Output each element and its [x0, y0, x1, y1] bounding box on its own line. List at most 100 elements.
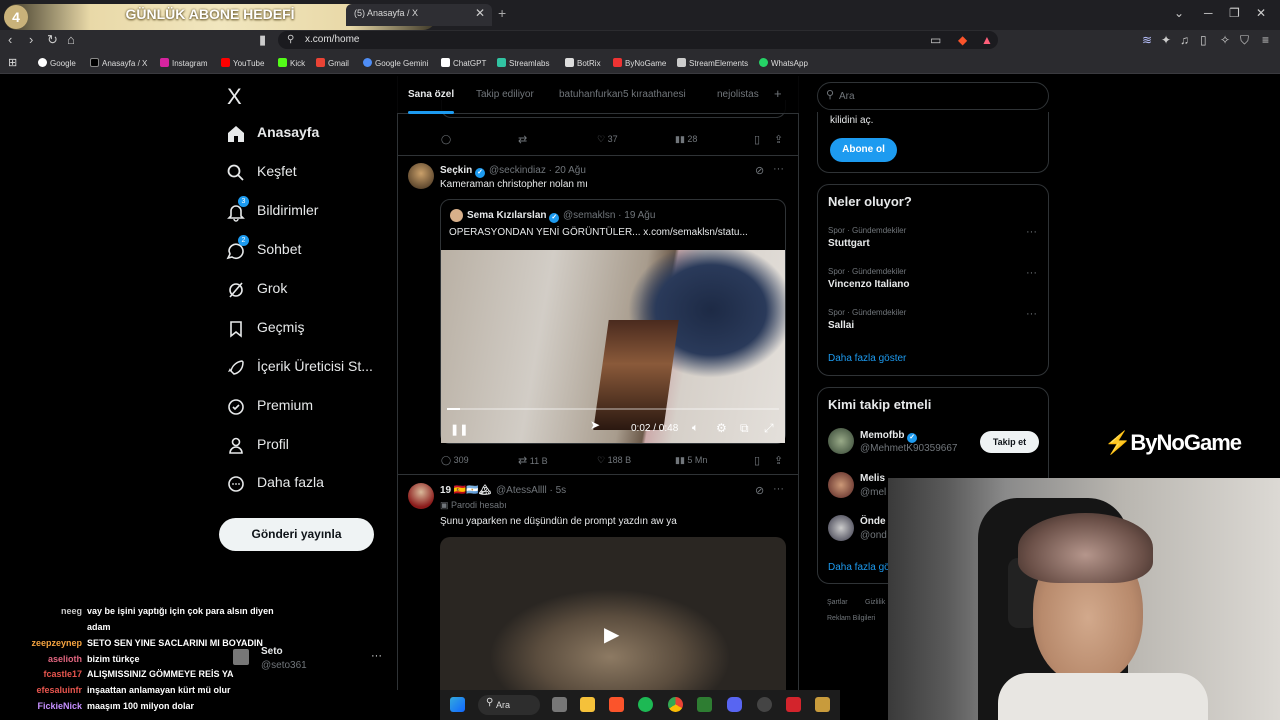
footer-terms[interactable]: Şartlar: [827, 599, 848, 606]
bookmark-post-icon[interactable]: ▯: [754, 133, 760, 146]
ai-icon[interactable]: ✧: [1220, 33, 1230, 47]
streamlabs-taskbar-icon[interactable]: [697, 697, 712, 712]
footer-privacy[interactable]: Gizlilik: [865, 599, 885, 606]
like-button[interactable]: ♡ 188 B: [597, 455, 631, 466]
bookmark-bynogame[interactable]: ByNoGame: [613, 58, 666, 68]
forward-icon[interactable]: ›: [29, 32, 33, 47]
avatar[interactable]: [828, 428, 854, 454]
reply-icon[interactable]: ◯: [441, 134, 451, 145]
close-tab-icon[interactable]: ✕: [475, 6, 485, 20]
avatar[interactable]: [408, 163, 434, 189]
cast-icon[interactable]: ▭: [930, 33, 941, 47]
avatar[interactable]: [828, 472, 854, 498]
brave-rewards-icon[interactable]: ▲: [981, 33, 993, 47]
bookmark-whatsapp[interactable]: WhatsApp: [759, 58, 808, 68]
bookmark-chatgpt[interactable]: ChatGPT: [441, 58, 486, 68]
league-icon[interactable]: [815, 697, 830, 712]
retweet-button[interactable]: ⇄ 11 B: [518, 454, 548, 467]
trend-more-icon[interactable]: ···: [1026, 308, 1037, 320]
brave-shield-icon[interactable]: ◆: [958, 33, 967, 47]
bookmark-gmail[interactable]: Gmail: [316, 58, 349, 68]
post-author-name[interactable]: 19 🇪🇸🇦🇷🏔: [440, 485, 492, 496]
tab-for-you[interactable]: Sana özel: [408, 89, 454, 100]
task-view-icon[interactable]: [552, 697, 567, 712]
url-text[interactable]: x.com/home: [305, 34, 359, 45]
bookmark-page-icon[interactable]: ▮: [259, 32, 266, 48]
bookmark-instagram[interactable]: Instagram: [160, 58, 208, 68]
extensions-icon[interactable]: ✦: [1161, 33, 1171, 47]
site-info-icon[interactable]: ⚲: [287, 34, 294, 45]
bookmark-youtube[interactable]: YouTube: [221, 58, 264, 68]
menu-icon[interactable]: ≡: [1262, 33, 1269, 47]
x-logo-icon[interactable]: X: [227, 84, 242, 110]
minimize-icon[interactable]: ─: [1204, 6, 1213, 20]
file-explorer-icon[interactable]: [580, 697, 595, 712]
brave-icon[interactable]: [609, 697, 624, 712]
obs-icon[interactable]: [757, 697, 772, 712]
post-button[interactable]: Gönderi yayınla: [219, 518, 374, 551]
footer-ads-info[interactable]: Reklam Bilgileri: [827, 615, 875, 622]
suggestion-name[interactable]: Önde: [860, 516, 886, 527]
new-tab-icon[interactable]: +: [498, 5, 506, 21]
back-icon[interactable]: ‹: [8, 32, 12, 47]
pip-icon[interactable]: ⧉: [740, 421, 749, 436]
suggestion-name[interactable]: Memofbb ✓: [860, 430, 918, 443]
follow-button[interactable]: Takip et: [980, 431, 1039, 453]
views-button[interactable]: ▮▮ 28: [675, 134, 697, 145]
music-icon[interactable]: ♫: [1180, 33, 1189, 47]
subscribe-button[interactable]: Abone ol: [830, 138, 897, 162]
settings-icon[interactable]: ⚙: [716, 421, 727, 435]
account-avatar[interactable]: [233, 649, 249, 665]
share-icon[interactable]: ⇪: [774, 133, 783, 146]
apps-grid-icon[interactable]: ⊞: [8, 56, 17, 69]
maximize-icon[interactable]: ❐: [1229, 6, 1240, 20]
share-icon[interactable]: ⇪: [774, 454, 783, 467]
audio-icon[interactable]: ≋: [1142, 33, 1152, 47]
video-progress-track[interactable]: [447, 408, 779, 410]
retweet-icon[interactable]: ⇄: [518, 133, 527, 146]
reload-icon[interactable]: ↻: [47, 32, 58, 48]
trend-item[interactable]: Stuttgart: [828, 238, 870, 249]
grok-post-icon[interactable]: ⊘: [755, 484, 764, 497]
home-browser-icon[interactable]: ⌂: [67, 32, 75, 47]
windows-start-icon[interactable]: [450, 697, 465, 712]
post-more-icon[interactable]: ···: [773, 163, 784, 175]
reply-button[interactable]: ◯ 309: [441, 455, 469, 466]
bookmark-x[interactable]: Anasayfa / X: [90, 58, 147, 68]
tab-following[interactable]: Takip ediliyor: [476, 89, 534, 100]
trend-more-icon[interactable]: ···: [1026, 226, 1037, 238]
trend-more-icon[interactable]: ···: [1026, 267, 1037, 279]
bookmark-botrix[interactable]: BotRix: [565, 58, 601, 68]
video-player[interactable]: [441, 250, 785, 443]
post-author-handle[interactable]: @seckindiaz · 20 Ağu: [489, 165, 586, 176]
post-author-name[interactable]: Seçkin ✓: [440, 165, 486, 178]
views-button[interactable]: ▮▮ 5 Mn: [675, 455, 707, 466]
video-player[interactable]: [440, 537, 786, 690]
bookmark-google[interactable]: Google: [38, 58, 76, 68]
sidebar-icon[interactable]: ▯: [1200, 33, 1207, 47]
play-icon[interactable]: ▶: [604, 622, 619, 647]
address-bar[interactable]: [278, 31, 998, 49]
trend-item[interactable]: Sallai: [828, 320, 854, 331]
show-more-suggestions[interactable]: Daha fazla gö: [828, 562, 890, 573]
like-button[interactable]: ♡ 37: [597, 134, 618, 145]
bookmark-post-icon[interactable]: ▯: [754, 454, 760, 467]
spotify-icon[interactable]: [638, 697, 653, 712]
account-name[interactable]: Seto: [261, 646, 283, 657]
avatar[interactable]: [828, 515, 854, 541]
post-more-icon[interactable]: ···: [773, 483, 784, 495]
bookmark-kick[interactable]: Kick: [278, 58, 305, 68]
bookmark-streamelements[interactable]: StreamElements: [677, 58, 748, 68]
suggestion-name[interactable]: Melis: [860, 473, 885, 484]
chrome-icon[interactable]: [668, 697, 683, 712]
window-close-icon[interactable]: ✕: [1256, 6, 1266, 20]
bookmark-streamlabs[interactable]: Streamlabs: [497, 58, 549, 68]
fullscreen-icon[interactable]: ⤢: [764, 421, 774, 436]
show-more-trends[interactable]: Daha fazla göster: [828, 353, 906, 364]
volume-icon[interactable]: 🔈︎: [692, 422, 699, 435]
bookmark-gemini[interactable]: Google Gemini: [363, 58, 428, 68]
pause-icon[interactable]: ❚❚: [450, 423, 468, 436]
tab-list-batuhanfurkan5[interactable]: batuhanfurkan5 kıraathanesi: [559, 89, 686, 100]
trend-item[interactable]: Vincenzo Italiano: [828, 279, 910, 290]
grok-post-icon[interactable]: ⊘: [755, 164, 764, 177]
